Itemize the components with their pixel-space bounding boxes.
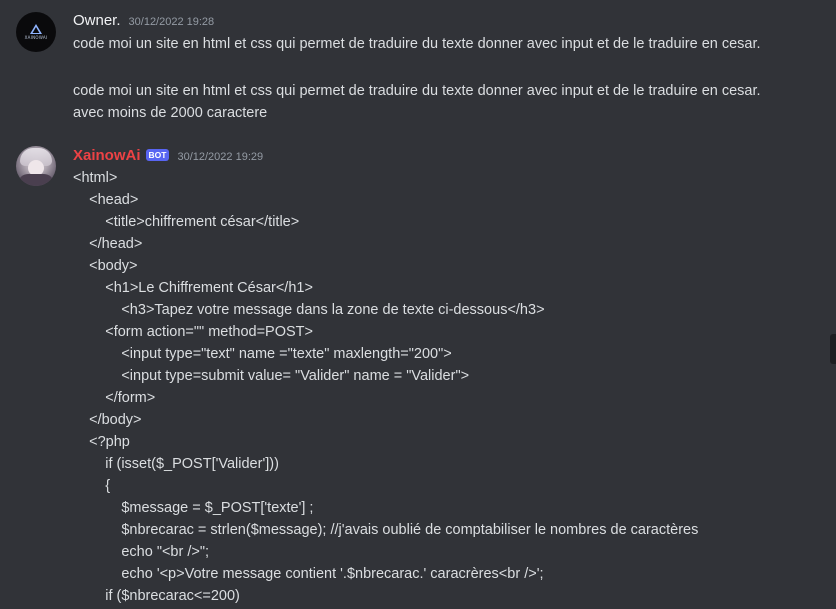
code-line: <title>chiffrement césar</title>: [73, 214, 300, 230]
code-line: if (isset($_POST['Valider'])): [73, 456, 279, 472]
code-line: <body>: [73, 258, 138, 274]
code-line: {: [73, 478, 111, 494]
scrollbar-thumb[interactable]: [830, 334, 836, 364]
code-line: </form>: [73, 390, 156, 406]
bot-badge: BOT: [145, 149, 170, 161]
code-line: <html>: [73, 170, 118, 186]
triangle-logo-icon: [30, 24, 42, 34]
code-line: $message = $_POST['texte'] ;: [73, 500, 314, 516]
message-header: XainowAi BOT 30/12/2022 19:29: [73, 147, 263, 164]
code-line: echo '<p>Votre message contient '.$nbrec…: [73, 566, 544, 582]
code-line: <form action="" method=POST>: [73, 324, 313, 340]
code-line: <h3>Tapez votre message dans la zone de …: [73, 302, 545, 318]
chat-log: XAINOWAI Owner. 30/12/2022 19:28 code mo…: [0, 0, 836, 609]
message-header: Owner. 30/12/2022 19:28: [73, 12, 214, 29]
code-line: <head>: [73, 192, 139, 208]
code-line: </head>: [73, 236, 143, 252]
code-line: <input type="text" name ="texte" maxleng…: [73, 346, 452, 362]
code-line: <h1>Le Chiffrement César</h1>: [73, 280, 313, 296]
avatar-body: [18, 174, 54, 186]
code-line: <input type=submit value= "Valider" name…: [73, 368, 470, 384]
code-line: <?php: [73, 434, 130, 450]
code-line: </body>: [73, 412, 142, 428]
code-line: echo "<br />";: [73, 544, 210, 560]
message-code-block: <html> <head> <title>chiffrement césar</…: [73, 167, 813, 607]
timestamp: 30/12/2022 19:29: [177, 151, 264, 163]
avatar[interactable]: XAINOWAI: [16, 12, 56, 52]
code-line: if ($nbrecarac<=200): [73, 588, 240, 604]
message-text: code moi un site en html et css qui perm…: [73, 36, 761, 52]
username[interactable]: XainowAi: [73, 147, 141, 164]
code-line: $nbrecarac = strlen($message); //j'avais…: [73, 522, 699, 538]
avatar[interactable]: [16, 146, 56, 186]
avatar-logo-text: XAINOWAI: [24, 35, 48, 40]
username[interactable]: Owner.: [73, 12, 121, 29]
message-text: code moi un site en html et css qui perm…: [73, 83, 761, 121]
timestamp: 30/12/2022 19:28: [128, 16, 215, 28]
